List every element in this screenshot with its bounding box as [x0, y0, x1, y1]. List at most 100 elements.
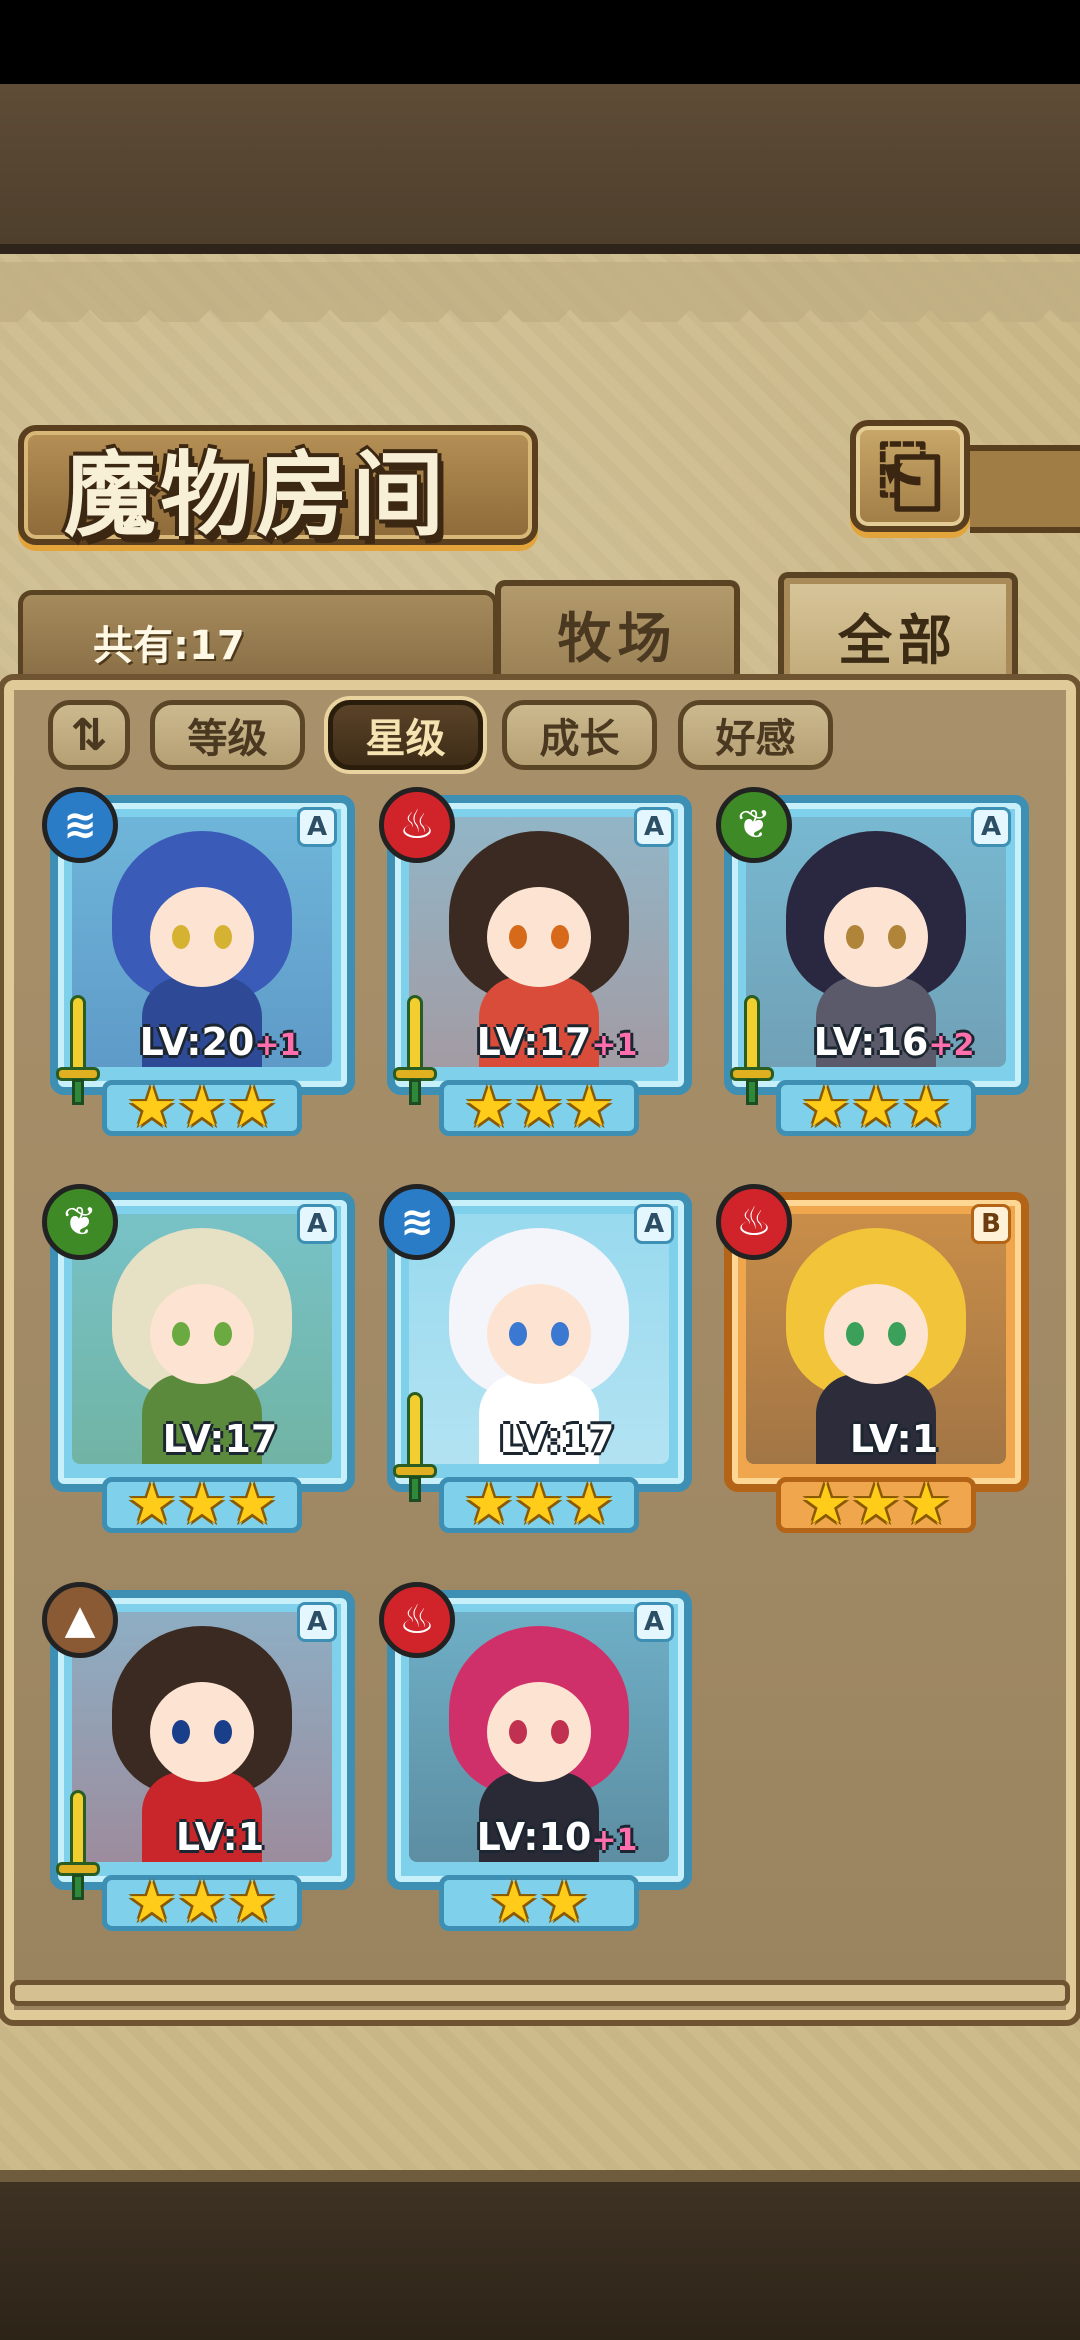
monster-level: LV:17+1: [476, 1020, 638, 1064]
earth-element-icon: ▲: [42, 1582, 118, 1658]
monster-card[interactable]: A ❦ LV:17 ★ ★ ★: [42, 1184, 355, 1533]
filter-level[interactable]: 等级: [150, 700, 305, 770]
filter-label: 等级: [187, 716, 268, 762]
rank-badge: A: [634, 1204, 674, 1244]
filter-label: 成长: [539, 716, 620, 762]
portrait-eye: [214, 1322, 232, 1346]
portrait-face: [150, 887, 254, 987]
filter-label: 星级: [365, 716, 446, 762]
portrait-face: [824, 887, 928, 987]
sword-icon: [393, 1392, 437, 1502]
star-rating: ★ ★ ★: [439, 1080, 639, 1136]
page-title: 魔物房间: [64, 442, 449, 549]
star-rating: ★ ★ ★: [776, 1080, 976, 1136]
sword-icon: [730, 995, 774, 1105]
rank-badge: A: [297, 807, 337, 847]
monster-card[interactable]: A ▲ LV:1 ★ ★ ★: [42, 1582, 355, 1931]
status-bar: [0, 0, 1080, 84]
star-icon: ★: [176, 1870, 228, 1935]
portrait-eye: [509, 1322, 527, 1346]
filter-affection[interactable]: 好感: [678, 700, 833, 770]
portrait-eye: [551, 1720, 569, 1744]
fire-element-icon: ♨: [379, 1582, 455, 1658]
level-bonus: +1: [591, 1823, 638, 1858]
star-icon: ★: [800, 1472, 851, 1537]
tab-all-label: 全部: [838, 608, 958, 672]
portrait-eye: [172, 1720, 190, 1744]
tab-ranch[interactable]: 牧场: [495, 580, 740, 680]
monster-level: LV:1: [849, 1417, 939, 1461]
filter-star[interactable]: 星级: [328, 700, 483, 770]
rank-badge: A: [634, 1602, 674, 1642]
sword-icon: [393, 995, 437, 1105]
star-icon: ★: [564, 1472, 615, 1537]
portrait-eye: [509, 1720, 527, 1744]
level-bonus: +1: [254, 1028, 301, 1063]
portrait-eye: [888, 1322, 906, 1346]
monster-card[interactable]: B ♨ LV:1 ★ ★ ★: [716, 1184, 1029, 1533]
fire-element-icon: ♨: [716, 1184, 792, 1260]
count-panel: 共有:17: [18, 590, 498, 676]
monster-card[interactable]: A ♨ LV:10+1 ★ ★: [379, 1582, 692, 1931]
top-map-strip: [0, 84, 1080, 254]
leaf-element-icon: ❦: [716, 787, 792, 863]
rank-badge: A: [971, 807, 1011, 847]
monster-card[interactable]: A ❦ LV:16+2 ★ ★ ★: [716, 787, 1029, 1136]
star-icon: ★: [463, 1075, 514, 1140]
tab-all[interactable]: 全部: [778, 572, 1018, 692]
portrait-eye: [214, 1720, 232, 1744]
portrait-eye: [509, 925, 527, 949]
star-icon: ★: [488, 1870, 539, 1935]
star-icon: ★: [176, 1472, 228, 1537]
monster-level: LV:1: [175, 1815, 265, 1859]
monster-level: LV:17: [499, 1417, 615, 1461]
star-icon: ★: [800, 1075, 851, 1140]
star-icon: ★: [227, 1075, 278, 1140]
star-icon: ★: [850, 1472, 902, 1537]
monster-level: LV:20+1: [139, 1020, 301, 1064]
rank-badge: A: [634, 807, 674, 847]
star-rating: ★ ★ ★: [102, 1875, 302, 1931]
portrait-face: [150, 1284, 254, 1384]
star-icon: ★: [176, 1075, 228, 1140]
monster-card[interactable]: A ≋ LV:17 ★ ★ ★: [379, 1184, 692, 1533]
star-icon: ★: [126, 1870, 177, 1935]
star-rating: ★ ★ ★: [439, 1477, 639, 1533]
portrait-face: [487, 887, 591, 987]
portrait-eye: [846, 925, 864, 949]
bottom-map-strip: [0, 2170, 1080, 2340]
sword-icon: [56, 995, 100, 1105]
portrait-eye: [172, 1322, 190, 1346]
portrait-eye: [551, 1322, 569, 1346]
water-element-icon: ≋: [42, 787, 118, 863]
level-bonus: +1: [591, 1028, 638, 1063]
monster-count: 共有:17: [93, 623, 245, 669]
level-bonus: +2: [928, 1028, 975, 1063]
portrait-eye: [551, 925, 569, 949]
sort-icon: ⇅: [70, 709, 108, 761]
star-icon: ★: [901, 1472, 952, 1537]
panel-bottom-bar: [10, 1980, 1070, 2006]
portrait-face: [487, 1284, 591, 1384]
star-rating: ★ ★ ★: [102, 1477, 302, 1533]
leaf-element-icon: ❦: [42, 1184, 118, 1260]
portrait-face: [487, 1682, 591, 1782]
monster-level: LV:17: [162, 1417, 278, 1461]
monster-level: LV:10+1: [476, 1815, 638, 1859]
back-button[interactable]: ⎗: [850, 420, 970, 532]
back-strip: [970, 445, 1080, 533]
monster-card[interactable]: A ♨ LV:17+1 ★ ★ ★: [379, 787, 692, 1136]
star-rating: ★ ★ ★: [102, 1080, 302, 1136]
sword-icon: [56, 1790, 100, 1900]
filter-growth[interactable]: 成长: [502, 700, 657, 770]
star-icon: ★: [227, 1472, 278, 1537]
star-rating: ★ ★ ★: [776, 1477, 976, 1533]
portrait-eye: [172, 925, 190, 949]
rank-badge: A: [297, 1204, 337, 1244]
star-icon: ★: [227, 1870, 278, 1935]
monster-card[interactable]: A ≋ LV:20+1 ★ ★ ★: [42, 787, 355, 1136]
sort-order-toggle[interactable]: ⇅: [48, 700, 130, 770]
decorative-border: [0, 262, 1080, 322]
water-element-icon: ≋: [379, 1184, 455, 1260]
star-icon: ★: [850, 1075, 902, 1140]
